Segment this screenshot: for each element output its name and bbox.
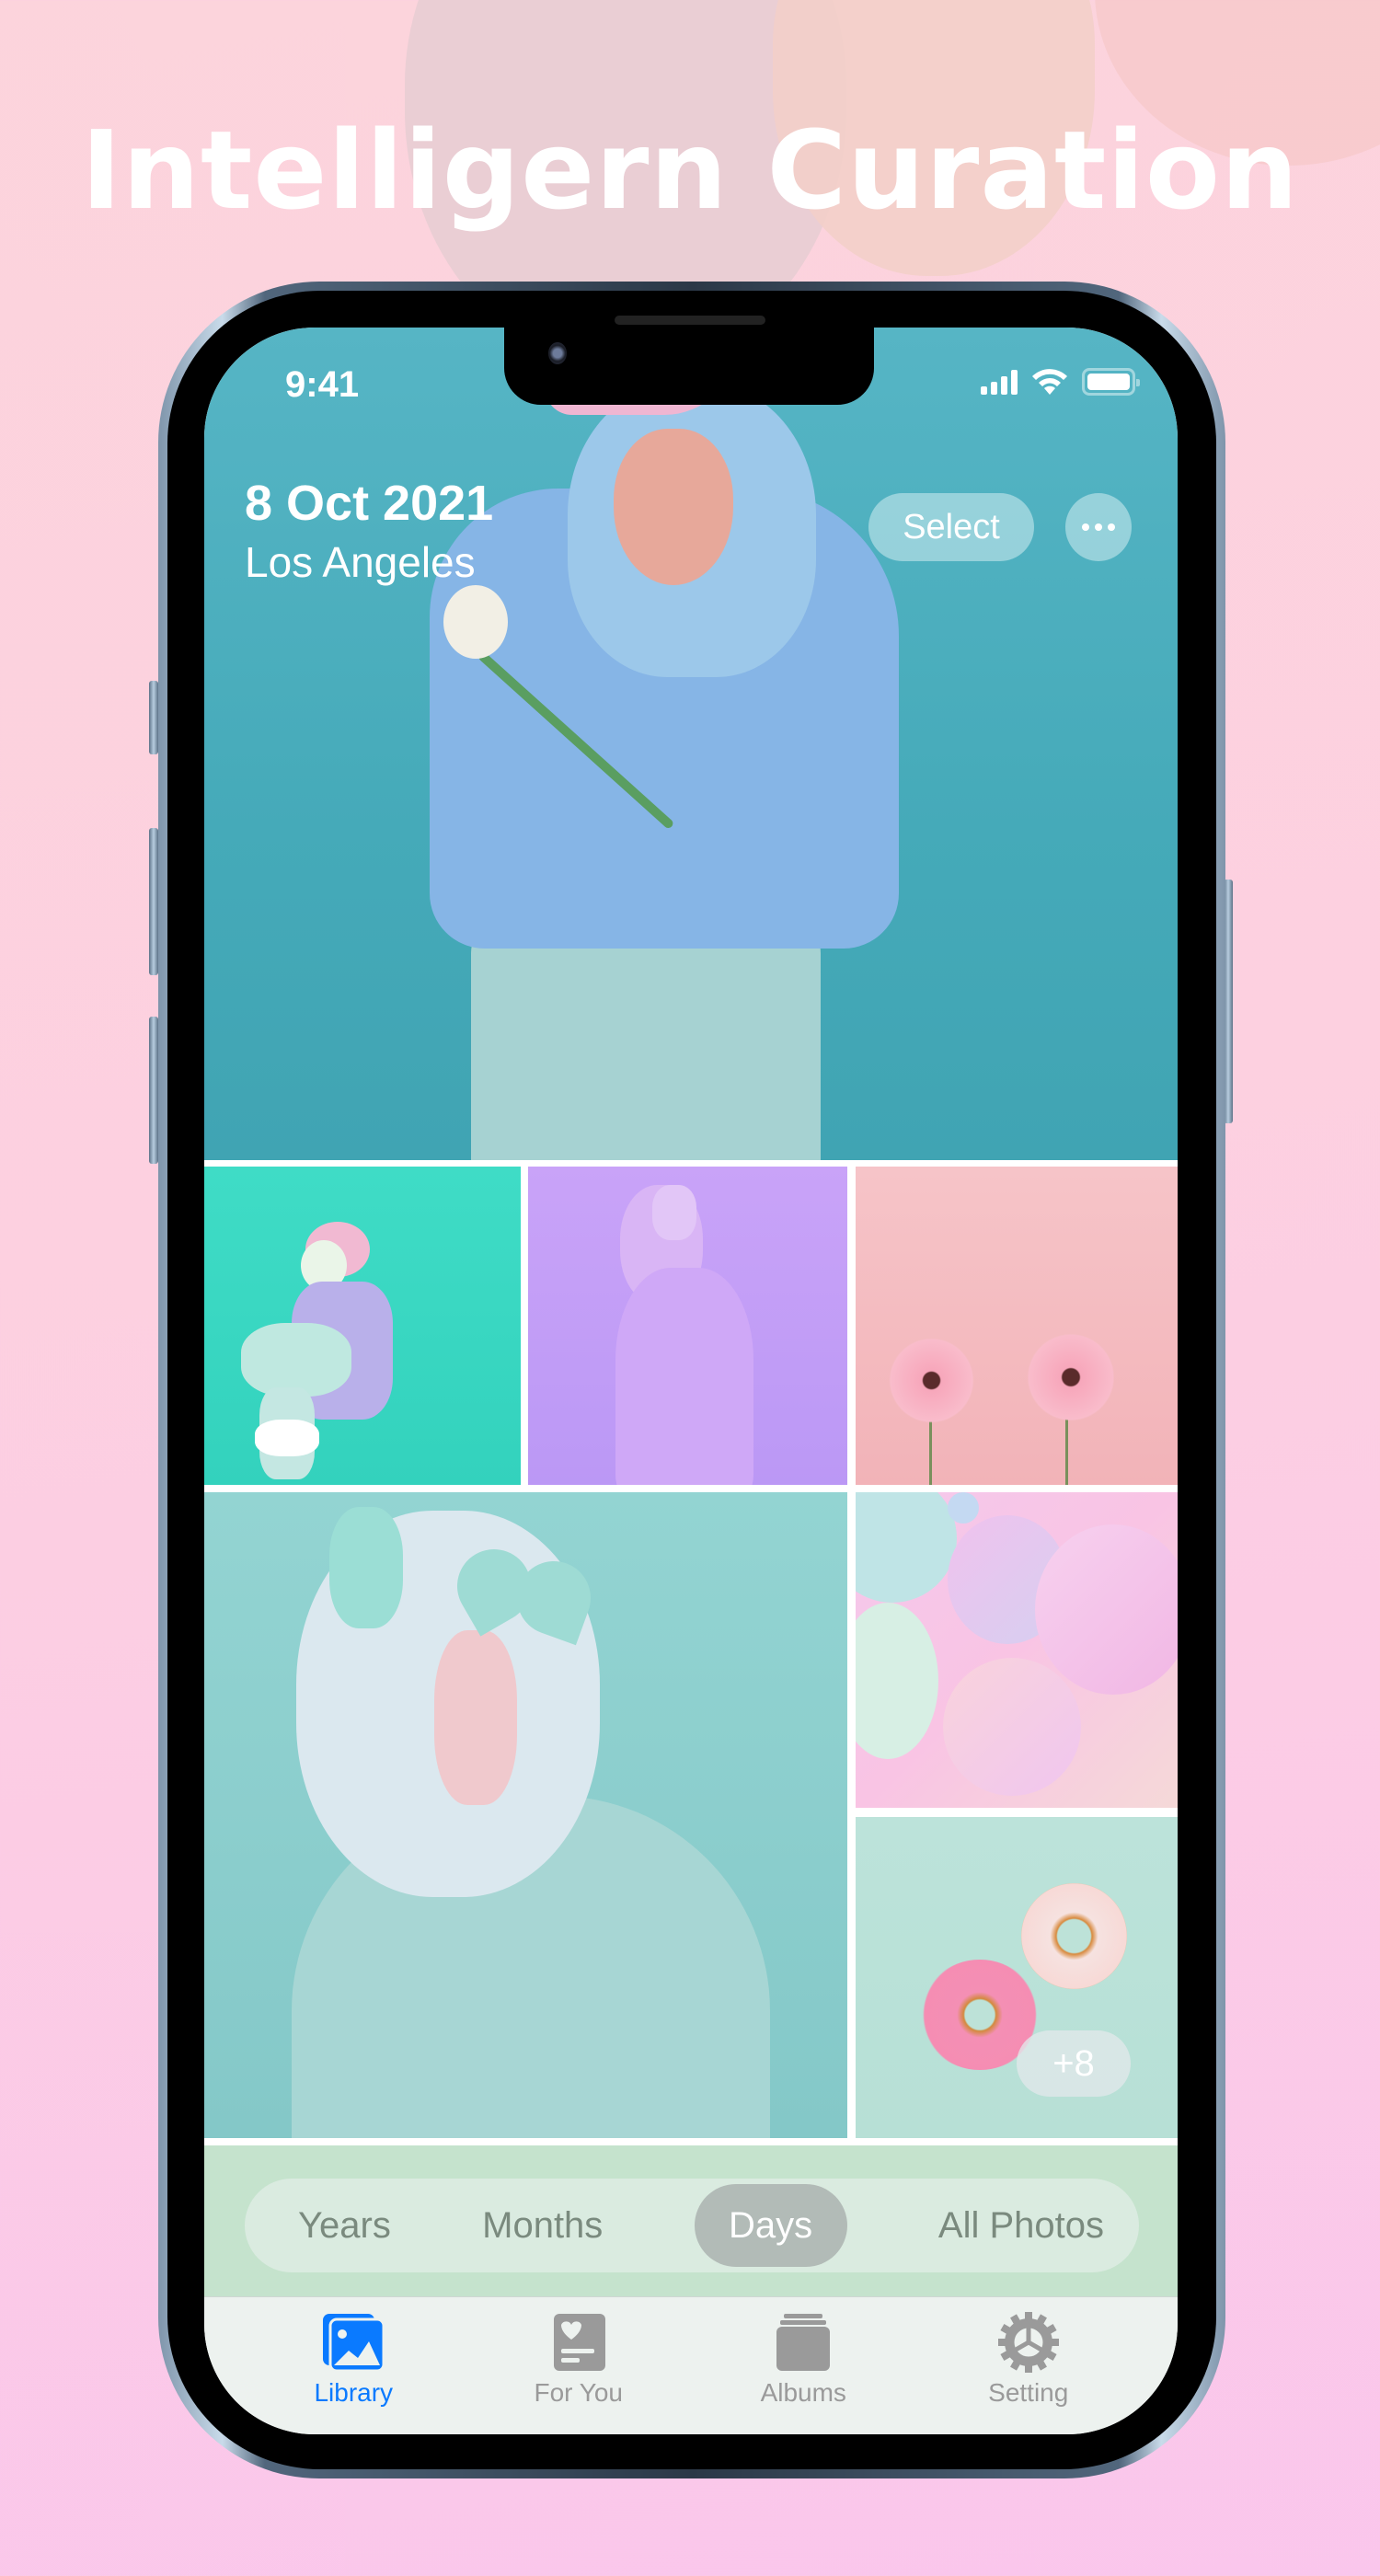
tab-library[interactable]: Library bbox=[261, 2297, 445, 2434]
tab-for-you[interactable]: For You bbox=[487, 2297, 671, 2434]
tab-label: Library bbox=[314, 2378, 394, 2407]
photo-subject-pants bbox=[471, 916, 821, 1160]
photo-subject-shoe bbox=[255, 1420, 319, 1456]
gerbera-flower bbox=[1021, 1328, 1121, 1427]
select-button[interactable]: Select bbox=[868, 493, 1034, 561]
tab-label: Setting bbox=[988, 2378, 1069, 2407]
more-options-button[interactable] bbox=[1065, 493, 1132, 561]
gear-icon bbox=[996, 2312, 1061, 2373]
balloon bbox=[1035, 1524, 1178, 1695]
segment-years[interactable]: Years bbox=[298, 2184, 391, 2267]
cellular-signal-icon bbox=[981, 369, 1018, 395]
view-switcher-bar: Years Months Days All Photos bbox=[204, 2145, 1178, 2296]
balloon bbox=[856, 1492, 957, 1603]
tab-label: Albums bbox=[760, 2378, 846, 2407]
tab-label: For You bbox=[534, 2378, 624, 2407]
photo-thumbnail[interactable] bbox=[204, 1492, 847, 2138]
photo-subject-face bbox=[434, 1630, 517, 1805]
segment-days[interactable]: Days bbox=[694, 2184, 847, 2267]
balloon bbox=[943, 1658, 1081, 1796]
photo-thumbnail[interactable]: +8 bbox=[856, 1817, 1178, 2138]
photo-thumbnail[interactable] bbox=[856, 1167, 1178, 1485]
balloon bbox=[856, 1603, 938, 1759]
featured-photo[interactable] bbox=[204, 328, 1178, 1160]
segment-all-photos[interactable]: All Photos bbox=[938, 2184, 1104, 2267]
volume-up-button bbox=[149, 828, 158, 975]
photo-library-icon bbox=[321, 2312, 385, 2373]
albums-stack-icon bbox=[771, 2312, 835, 2373]
earpiece-speaker bbox=[615, 316, 765, 325]
for-you-heart-card-icon bbox=[546, 2312, 611, 2373]
photo-subject-sweater bbox=[615, 1268, 753, 1485]
photo-subject-headphones bbox=[329, 1507, 403, 1628]
balloon bbox=[948, 1492, 979, 1524]
photo-subject-headphones bbox=[652, 1185, 696, 1240]
promo-headline: Intelligern Curation bbox=[81, 107, 1299, 234]
tab-bar: Library For You Albums Setting bbox=[204, 2296, 1178, 2434]
donut bbox=[1021, 1883, 1127, 1989]
moment-date: 8 Oct 2021 bbox=[245, 476, 494, 531]
phone-notch bbox=[504, 328, 874, 405]
segment-months[interactable]: Months bbox=[482, 2184, 603, 2267]
status-time: 9:41 bbox=[285, 364, 360, 405]
moment-location: Los Angeles bbox=[245, 538, 476, 586]
more-photos-badge[interactable]: +8 bbox=[1017, 2030, 1131, 2097]
mute-switch bbox=[149, 681, 158, 754]
ellipsis-icon bbox=[1082, 523, 1115, 531]
photo-subject-face bbox=[614, 429, 733, 585]
photo-subject-rose bbox=[443, 585, 508, 659]
wifi-icon bbox=[1032, 369, 1067, 395]
photo-thumbnail[interactable] bbox=[528, 1167, 847, 1485]
tab-albums[interactable]: Albums bbox=[711, 2297, 895, 2434]
photo-thumbnail[interactable] bbox=[204, 1167, 521, 1485]
view-segmented-control: Years Months Days All Photos bbox=[245, 2179, 1139, 2272]
tab-setting[interactable]: Setting bbox=[937, 2297, 1121, 2434]
photo-thumbnail[interactable] bbox=[856, 1492, 1178, 1808]
gerbera-flower bbox=[883, 1332, 980, 1429]
phone-screen: 9:41 8 Oct 2021 Los Angeles Select +8 Ye… bbox=[204, 328, 1178, 2434]
photo-subject-leg bbox=[241, 1323, 351, 1397]
front-camera bbox=[548, 342, 567, 364]
status-icons bbox=[981, 368, 1140, 396]
battery-icon bbox=[1082, 368, 1140, 396]
volume-down-button bbox=[149, 1017, 158, 1164]
